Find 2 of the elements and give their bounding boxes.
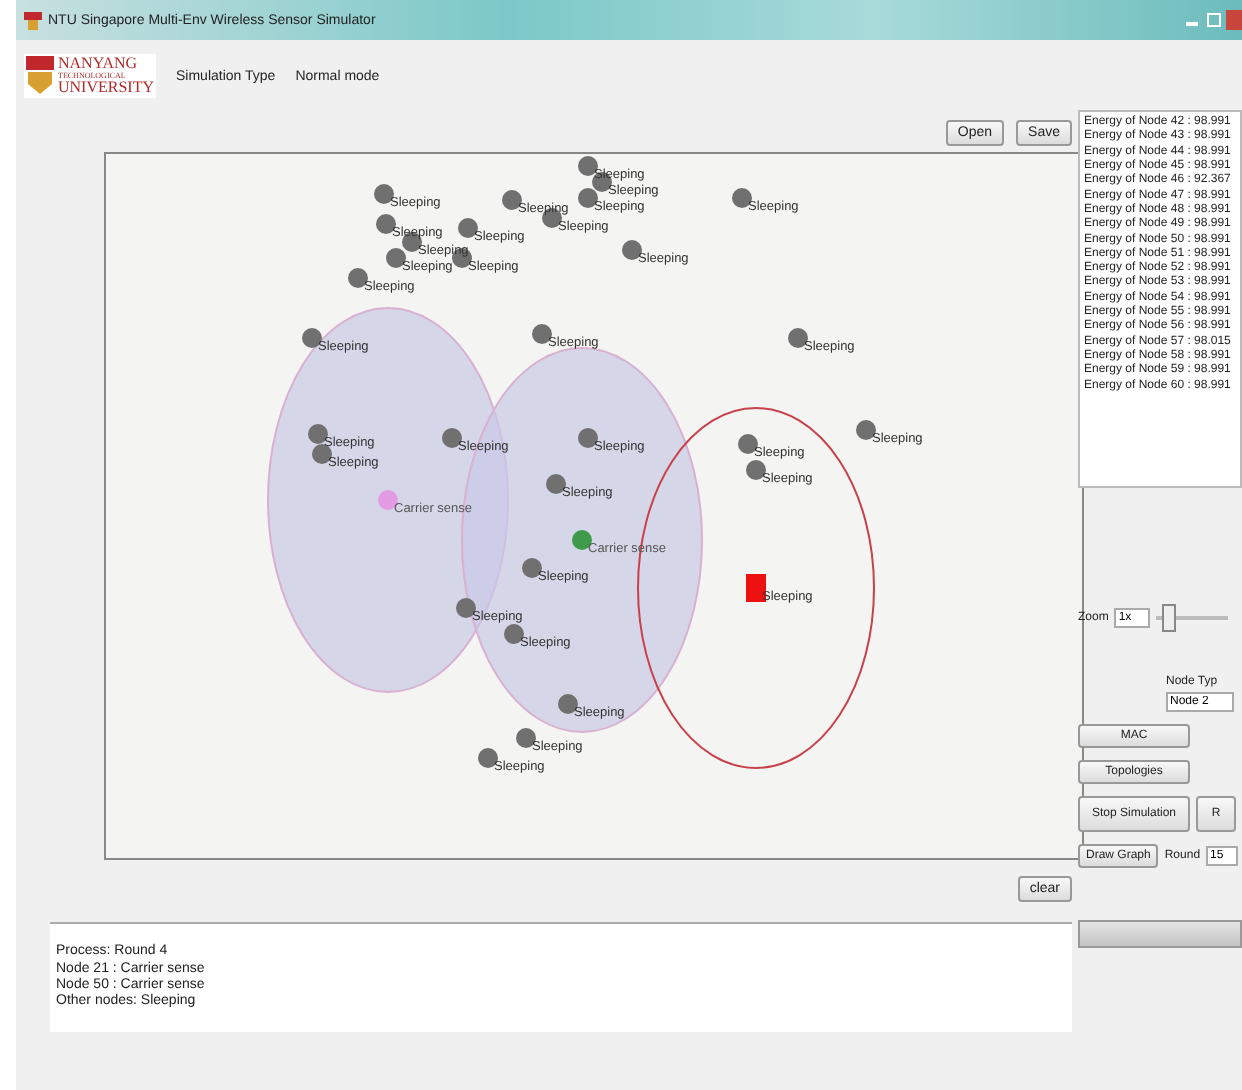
- logo-text: UNIVERSITY: [58, 80, 154, 96]
- logo-text: NANYANG: [58, 56, 140, 72]
